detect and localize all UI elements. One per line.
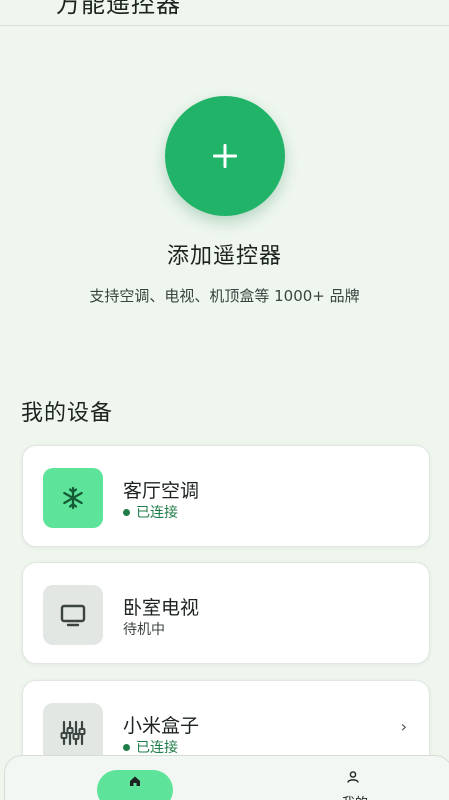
tv-icon	[60, 604, 86, 627]
device-name: 客厅空调	[123, 480, 200, 502]
nav-tab-mine[interactable]: 我的	[325, 770, 385, 800]
device-status-label: 已连接	[136, 740, 178, 756]
device-status: 已连接	[123, 737, 178, 757]
nav-label-mine: 我的	[342, 792, 368, 800]
add-remote-button[interactable]	[164, 96, 285, 216]
device-status: 已连接	[123, 502, 178, 522]
connected-dot-icon	[123, 743, 130, 751]
device-icon-tile	[43, 585, 103, 645]
chevron-right-icon: ›	[400, 717, 407, 736]
device-card-living-room-ac[interactable]: 客厅空调 已连接	[22, 445, 430, 547]
connected-dot-icon	[123, 508, 130, 516]
app-header: 万能遥控器	[0, 0, 449, 26]
sliders-icon	[60, 720, 86, 746]
device-name: 小米盒子	[123, 715, 200, 737]
add-remote-section: 添加遥控器 支持空调、电视、机顶盒等 1000+ 品牌	[0, 96, 449, 308]
my-devices-title: 我的设备	[21, 401, 114, 426]
device-status-label: 已连接	[136, 505, 178, 521]
nav-tab-home[interactable]: 首页	[97, 770, 173, 800]
plus-icon	[212, 144, 237, 168]
device-icon-tile	[43, 468, 103, 528]
device-status: 待机中	[123, 619, 165, 639]
device-status-label: 待机中	[123, 622, 165, 638]
add-remote-subtitle: 支持空调、电视、机顶盒等 1000+ 品牌	[89, 287, 360, 305]
device-card-bedroom-tv[interactable]: 卧室电视 待机中	[22, 562, 430, 664]
add-remote-title: 添加遥控器	[166, 244, 282, 269]
bottom-navigation: 首页 我的	[4, 755, 449, 800]
app-title: 万能遥控器	[56, 0, 181, 18]
device-icon-tile	[43, 703, 103, 763]
person-icon	[347, 771, 359, 783]
device-name: 卧室电视	[123, 597, 200, 619]
home-icon	[130, 776, 140, 786]
snowflake-icon	[63, 486, 83, 510]
